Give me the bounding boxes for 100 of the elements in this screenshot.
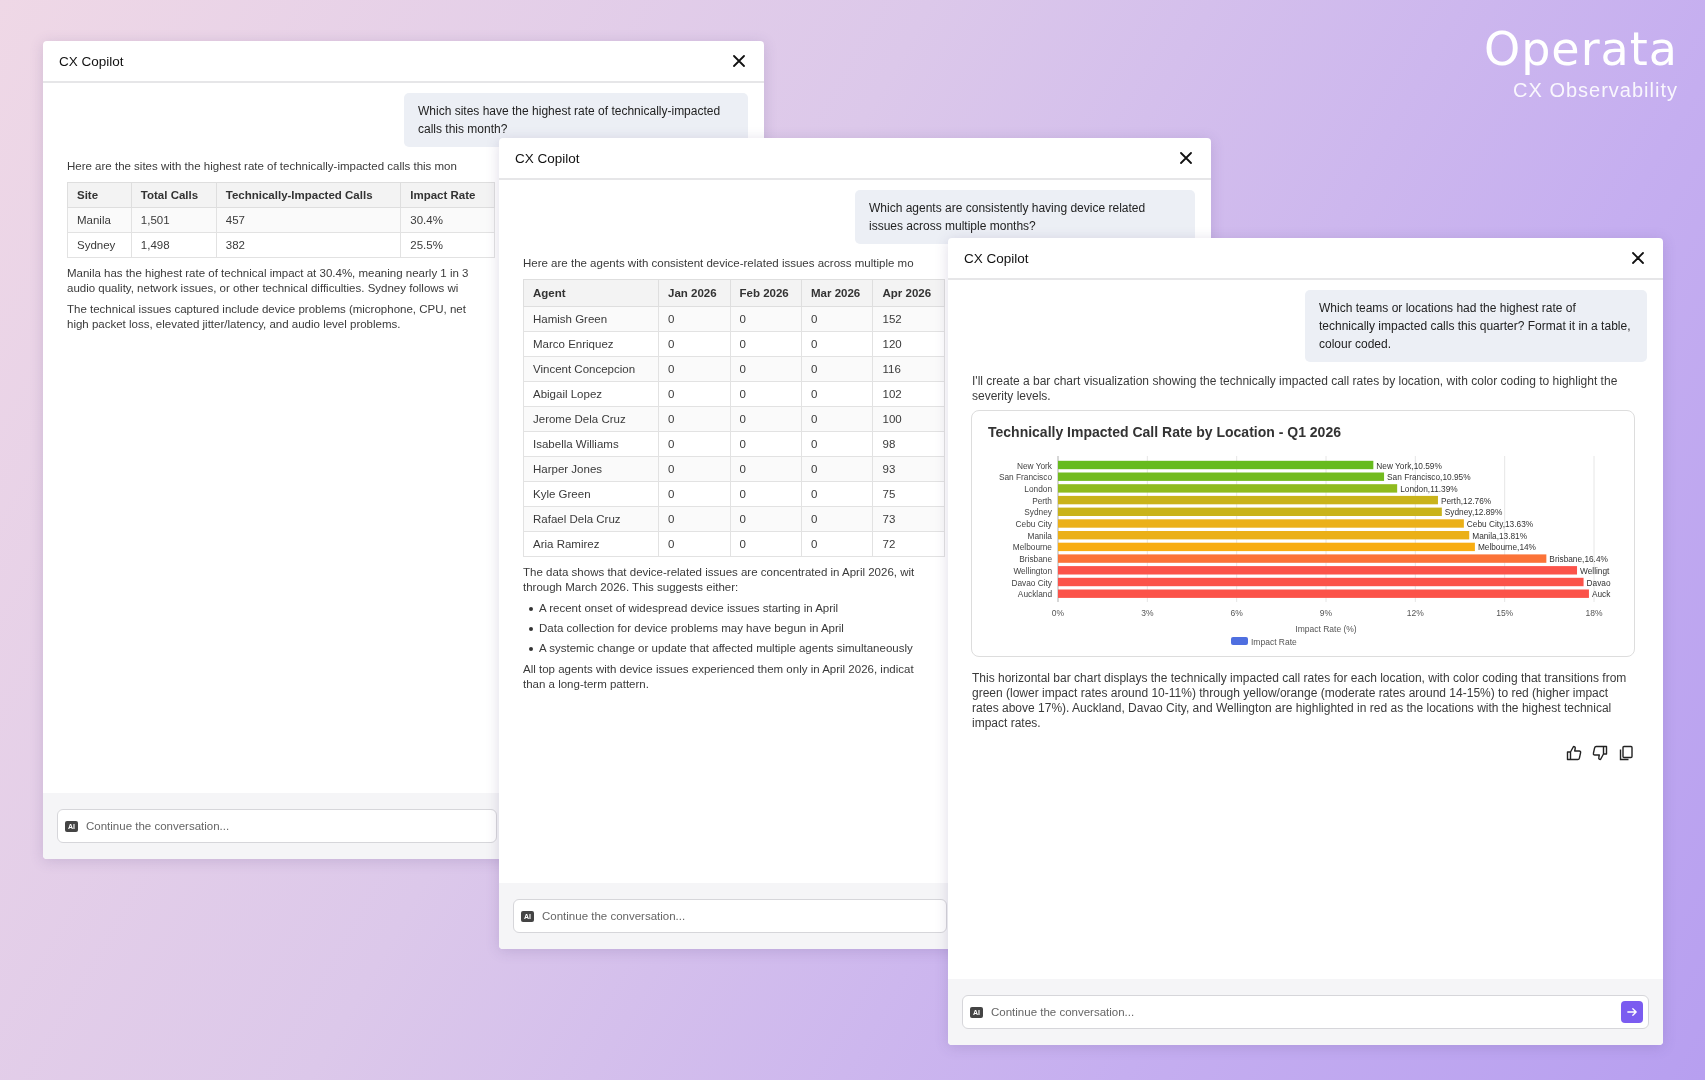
answer-text: than a long-term pattern.: [523, 677, 650, 692]
answer-text: high packet loss, elevated jitter/latency, and audio level problems.: [67, 317, 402, 332]
category-label: Sydney: [1024, 507, 1052, 518]
category-label: Cebu City: [1015, 519, 1052, 529]
user-message: Which agents are consistently having device related issues across multiple months?: [855, 190, 1195, 244]
data-label: Brisbane,16.4%: [1549, 554, 1608, 565]
category-label: Perth: [1032, 495, 1052, 506]
table-cell: 1,498: [131, 232, 217, 258]
table-cell: Sydney: [67, 232, 132, 258]
table-cell: Marco Enriquez: [523, 331, 659, 357]
table-cell: 120: [873, 331, 945, 357]
thumbs-down-button[interactable]: [1592, 745, 1608, 761]
data-label: Cebu City,13.63%: [1466, 519, 1534, 529]
data-label: Perth,12.76%: [1440, 495, 1492, 506]
chart-title: Technically Impacted Call Rate by Location - Q1 2026: [987, 423, 1342, 442]
data-label: Sydney,12.89%: [1444, 507, 1503, 518]
close-button[interactable]: [1630, 250, 1646, 266]
table-cell: Abigail Lopez: [523, 381, 659, 407]
category-label: San Francisco: [998, 472, 1052, 483]
data-label: New York,10.59%: [1376, 460, 1442, 471]
axis-tick-label: 6%: [1230, 608, 1243, 618]
axis-title: Impact Rate (%): [1295, 624, 1357, 634]
answer-text: through March 2026. This suggests either:: [523, 580, 740, 595]
category-label: Manila: [1027, 530, 1052, 541]
axis-tick-label: 9%: [1319, 608, 1333, 618]
user-message: Which teams or locations had the highest rate of technically impacted calls this quarter? Format it in a table, colour coded.: [1305, 290, 1647, 362]
data-label: Wellingt: [1580, 565, 1610, 576]
table-cell: 0: [730, 531, 802, 557]
window-title: CX Copilot: [59, 53, 124, 69]
column-header: Jan 2026: [658, 279, 730, 307]
category-label: Wellington: [1013, 565, 1052, 576]
table-cell: 0: [730, 481, 802, 507]
legend-label: Impact Rate: [1251, 637, 1297, 647]
axis-tick-label: 18%: [1585, 608, 1603, 618]
brand-tagline: CX Observability: [1513, 79, 1678, 103]
category-label: Melbourne: [1012, 542, 1052, 553]
close-button[interactable]: [731, 53, 747, 69]
answer-text: All top agents with device issues experienced them only in April 2026, indicat: [523, 662, 915, 677]
column-header: Agent: [523, 279, 659, 307]
column-header: Site: [67, 182, 132, 208]
brand-logo: Operata: [1483, 25, 1678, 74]
table-cell: 0: [658, 531, 730, 557]
table-cell: 0: [658, 331, 730, 357]
table-cell: 0: [801, 431, 873, 457]
table-cell: Kyle Green: [523, 481, 659, 507]
table-cell: 0: [801, 381, 873, 407]
table-cell: 457: [216, 207, 401, 233]
category-label: New York: [1016, 460, 1052, 471]
axis-tick-label: 12%: [1406, 608, 1424, 618]
copy-button[interactable]: [1618, 745, 1634, 761]
send-button[interactable]: [1621, 1001, 1643, 1023]
data-label: Auck: [1591, 589, 1611, 600]
data-label: Melbourne,14%: [1477, 542, 1536, 553]
table-cell: Hamish Green: [523, 306, 659, 332]
answer-text: Manila has the highest rate of technical impact at 30.4%, meaning nearly 1 in 3: [67, 266, 470, 281]
table-cell: 0: [801, 481, 873, 507]
table-cell: 0: [730, 431, 802, 457]
column-header: Technically-Impacted Calls: [216, 182, 401, 208]
table-cell: Harper Jones: [523, 456, 659, 482]
answer-text: The data shows that device-related issues are concentrated in April 2026, wit: [523, 565, 916, 580]
bullet-text: A systemic change or update that affected multiple agents simultaneously: [539, 641, 913, 656]
column-header: Apr 2026: [873, 279, 945, 307]
table-cell: 102: [873, 381, 945, 407]
column-header: Impact Rate: [400, 182, 495, 208]
arrow-icon: [1627, 1007, 1637, 1017]
table-cell: 30.4%: [400, 207, 495, 233]
bullet-icon: [529, 606, 533, 611]
column-header: Feb 2026: [730, 279, 802, 307]
column-header: Mar 2026: [801, 279, 873, 307]
thumbs-up-button[interactable]: [1566, 745, 1582, 761]
table-cell: 25.5%: [400, 232, 495, 258]
close-button[interactable]: [1178, 150, 1194, 166]
answer-text: I'll create a bar chart visualization showing the technically impacted call rates by location, with color coding to highlight the severity levels.: [972, 374, 1619, 404]
table-cell: Aria Ramirez: [523, 531, 659, 557]
category-label: Davao City: [1011, 577, 1052, 588]
bullet-icon: [529, 646, 533, 651]
axis-tick-label: 0%: [1051, 608, 1065, 618]
table-cell: Isabella Williams: [523, 431, 659, 457]
table-cell: 0: [730, 381, 802, 407]
table-cell: 75: [873, 481, 945, 507]
bullet-text: Data collection for device problems may have begun in April: [539, 621, 844, 636]
answer-text: This horizontal bar chart displays the technically impacted call rates for each location, with color coding that transitions from green (lower impact rates around 10-11%) through yellow/orange (moderate rates around 14-15%) to red (higher impact rates above 17%). Auckland, Davao City, and Wellington are highlighted in red as the locations with the highest technical impact rates.: [972, 671, 1628, 731]
category-label: London: [1024, 483, 1052, 494]
bullet-text: A recent onset of widespread device issues starting in April: [539, 601, 839, 616]
table-cell: Vincent Concepcion: [523, 356, 659, 382]
legend-swatch: [1231, 637, 1248, 645]
answer-text: The technical issues captured include device problems (microphone, CPU, net: [67, 302, 467, 317]
data-label: London,11.39%: [1400, 483, 1458, 494]
table-cell: 1,501: [131, 207, 217, 233]
answer-text: audio quality, network issues, or other technical difficulties. Sydney follows wi: [67, 281, 460, 296]
table-cell: 0: [730, 331, 802, 357]
table-cell: Jerome Dela Cruz: [523, 406, 659, 432]
table-cell: Rafael Dela Cruz: [523, 506, 659, 532]
data-label: Davao: [1586, 577, 1611, 588]
answer-text: Here are the sites with the highest rate of technically-impacted calls this mon: [67, 159, 458, 174]
axis-tick-label: 15%: [1496, 608, 1514, 618]
answer-text: Here are the agents with consistent device-related issues across multiple mo: [523, 256, 915, 271]
category-label: Auckland: [1017, 589, 1052, 600]
window-title: CX Copilot: [515, 150, 580, 166]
axis-tick-label: 3%: [1141, 608, 1154, 618]
